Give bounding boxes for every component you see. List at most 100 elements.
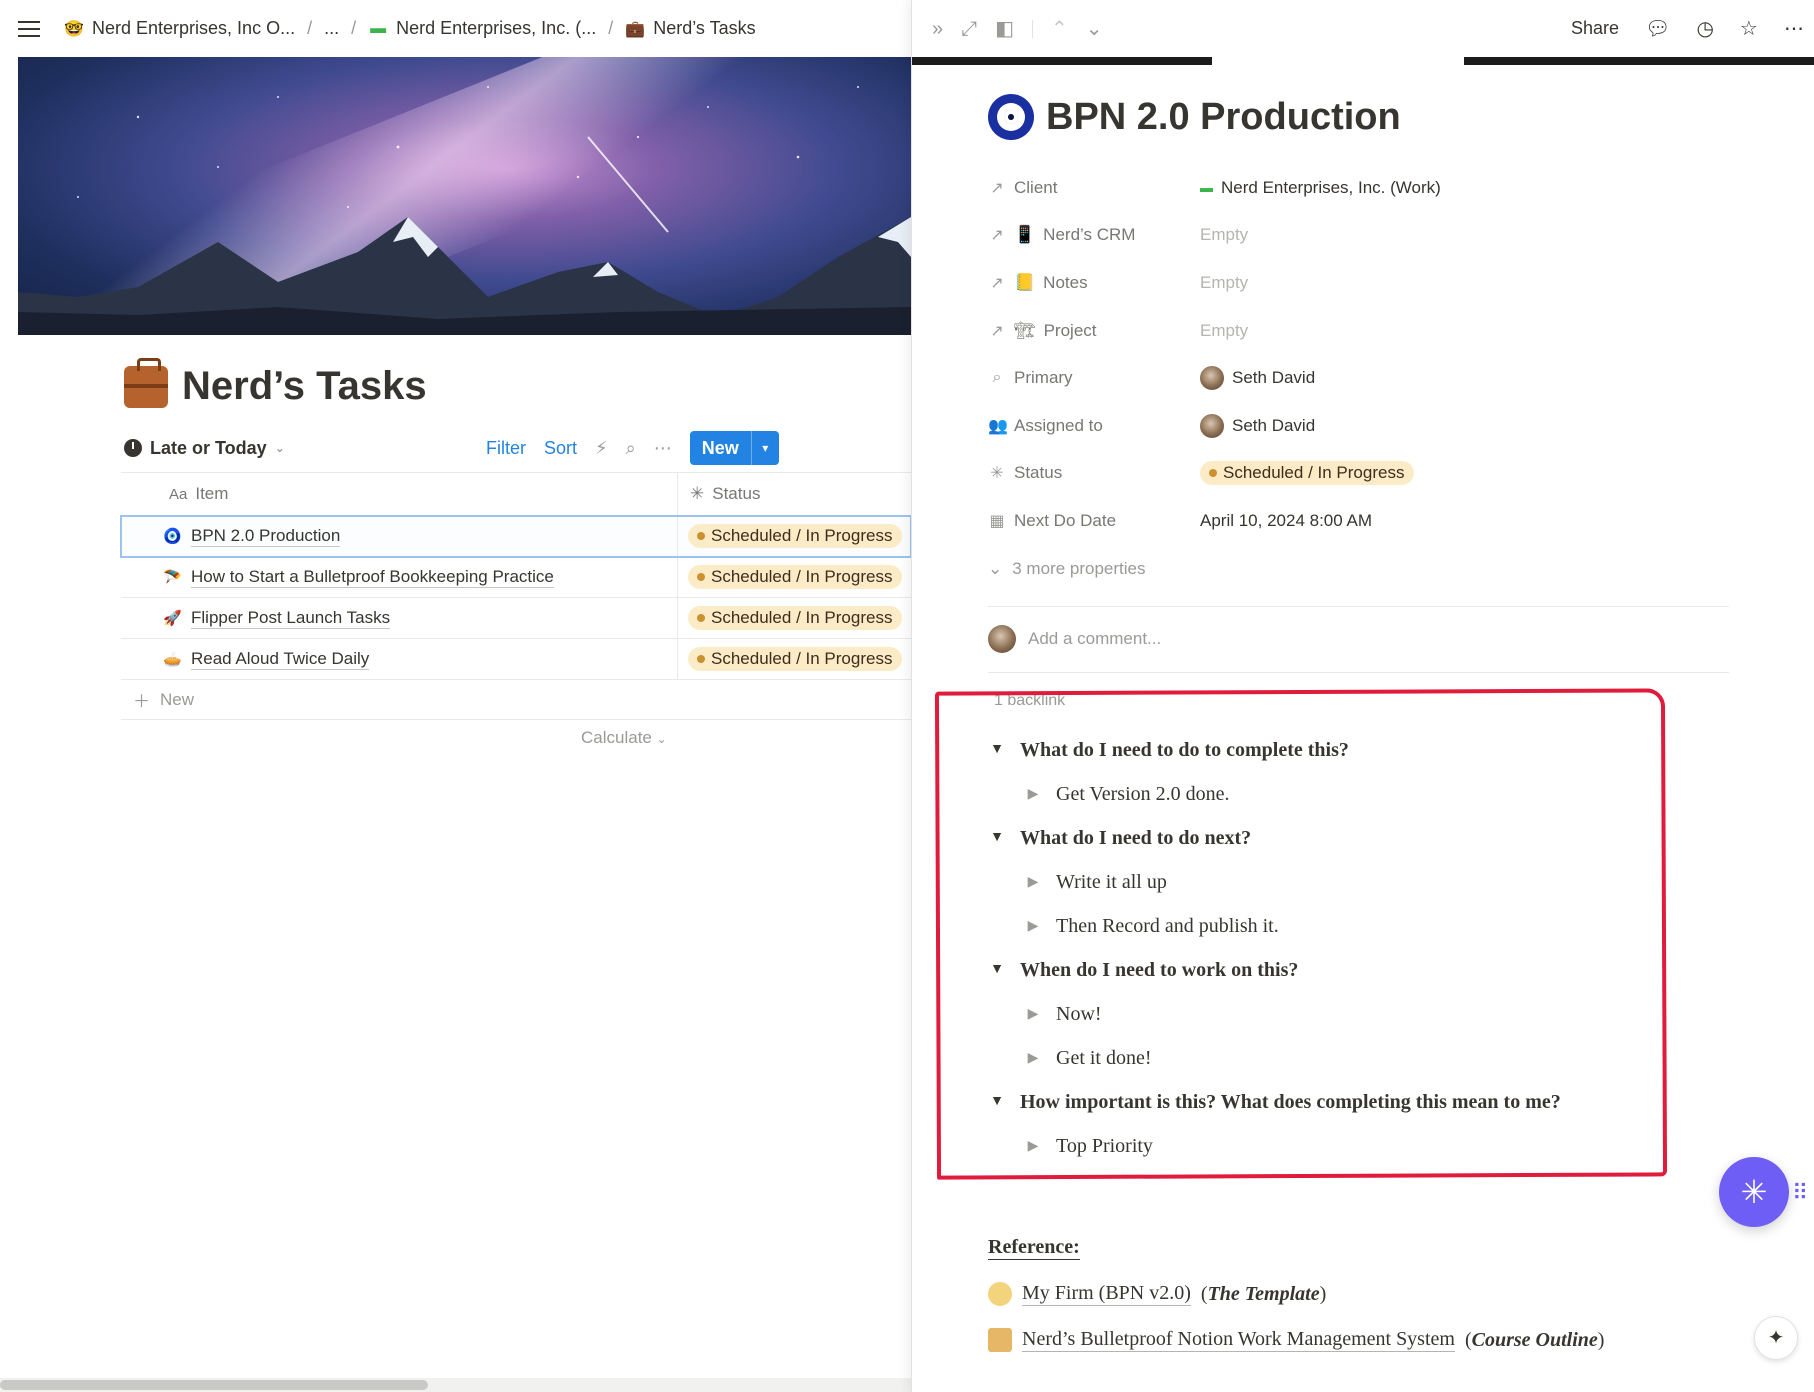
status-badge[interactable]: Scheduled / In Progress	[1200, 461, 1415, 486]
table-row[interactable]: 🚀 Flipper Post Launch Tasks Scheduled / I…	[121, 598, 911, 639]
database-toolbar: Late or Today ⌄ Filter Sort ⚡︎ ⌕ ⋯ New ▾	[124, 430, 911, 466]
more-properties-toggle[interactable]: ⌄ 3 more properties	[988, 545, 1748, 593]
toggle-closed-icon[interactable]: ▶	[1024, 918, 1042, 935]
lightning-icon[interactable]: ⚡︎	[595, 438, 608, 459]
evil-eye-icon[interactable]	[988, 94, 1034, 140]
toggle-closed-icon[interactable]: ▶	[1024, 874, 1042, 891]
toggle-item[interactable]: ▶ Get Version 2.0 done.	[988, 772, 1728, 816]
status-badge[interactable]: Scheduled / In Progress	[688, 565, 903, 589]
comment-icon[interactable]: 💬︎	[1645, 19, 1670, 39]
status-badge[interactable]: Scheduled / In Progress	[688, 647, 903, 671]
chevron-up-icon[interactable]: ⌃	[1051, 19, 1068, 39]
toggle-heading[interactable]: ▼ What do I need to do next?	[988, 816, 1728, 860]
reference-link[interactable]: My Firm (BPN v2.0) (The Template)	[988, 1282, 1326, 1306]
phone-icon: 📱	[1014, 225, 1036, 245]
toggle-open-icon[interactable]: ▼	[988, 962, 1006, 978]
toggle-item[interactable]: ▶ Get it done!	[988, 1036, 1728, 1080]
toggle-open-icon[interactable]: ▼	[988, 742, 1006, 758]
toggle-heading[interactable]: ▼ What do I need to do to complete this?	[988, 728, 1728, 772]
table-row[interactable]: 🪂 How to Start a Bulletproof Bookkeeping …	[121, 557, 911, 598]
add-new-row-button[interactable]: ＋ New	[121, 680, 911, 720]
reference-link[interactable]: Nerd’s Bulletproof Notion Work Managemen…	[988, 1328, 1604, 1352]
toggle-closed-icon[interactable]: ▶	[1024, 1050, 1042, 1067]
breadcrumb-item-client[interactable]: ▬ Nerd Enterprises, Inc. (...	[368, 18, 596, 39]
property-client[interactable]: ↗ Client ▬ Nerd Enterprises, Inc. (Work)	[988, 164, 1748, 212]
more-options-icon[interactable]: ⋯	[1784, 19, 1804, 39]
chevron-down-icon[interactable]: ▾	[750, 431, 779, 465]
table-row[interactable]: 🥧 Read Aloud Twice Daily Scheduled / In P…	[121, 639, 911, 680]
backlink-link[interactable]: 1 backlink	[994, 692, 1065, 710]
top-bar: 🤓 Nerd Enterprises, Inc O... / ... / ▬ N…	[0, 0, 911, 57]
chevron-down-icon[interactable]: ⌄	[1086, 19, 1103, 39]
toggle-heading[interactable]: ▼ When do I need to work on this?	[988, 948, 1728, 992]
chevron-down-icon: ⌄	[274, 441, 285, 455]
toggle-item[interactable]: ▶ Then Record and publish it.	[988, 904, 1728, 948]
side-peek-icon[interactable]: ◧	[995, 19, 1014, 39]
new-button[interactable]: New ▾	[689, 431, 779, 465]
green-logo-icon: ▬	[370, 19, 387, 37]
properties-list: ↗ Client ▬ Nerd Enterprises, Inc. (Work) ↗…	[988, 164, 1748, 592]
toggle-closed-icon[interactable]: ▶	[1024, 1006, 1042, 1023]
column-header-status[interactable]: ✳ Status	[678, 473, 911, 515]
breadcrumb-item-tasks[interactable]: 💼 Nerd’s Tasks	[625, 18, 755, 39]
sort-button[interactable]: Sort	[544, 438, 577, 459]
construction-icon: 🏗	[1014, 320, 1036, 340]
cover-strip	[1464, 57, 1814, 65]
row-title[interactable]: Flipper Post Launch Tasks	[191, 608, 391, 629]
drag-handle-icon[interactable]: ⠿	[1792, 1180, 1808, 1206]
relation-arrow-icon: ↗	[990, 322, 1004, 340]
chevron-down-icon: ⌄	[988, 558, 1003, 578]
property-status[interactable]: ✳ Status Scheduled / In Progress	[988, 450, 1748, 498]
divider	[988, 606, 1729, 607]
breadcrumb-item-workspace[interactable]: 🤓 Nerd Enterprises, Inc O...	[64, 18, 295, 39]
briefcase-icon[interactable]	[124, 357, 168, 408]
toggle-open-icon[interactable]: ▼	[988, 1094, 1006, 1110]
sidebar-menu-icon[interactable]	[18, 19, 44, 39]
property-project[interactable]: ↗ 🏗 Project Empty	[988, 307, 1748, 355]
view-tab-late-or-today[interactable]: Late or Today ⌄	[124, 438, 285, 459]
breadcrumb-separator: /	[351, 18, 357, 38]
breadcrumb-item-ellipsis[interactable]: ...	[324, 18, 339, 39]
close-peek-icon[interactable]: »	[932, 19, 943, 39]
calculate-button[interactable]: Calculate ⌄	[581, 728, 667, 748]
status-spinner-icon: ✳	[990, 465, 1004, 483]
property-primary[interactable]: ⌕ Primary Seth David	[988, 354, 1748, 402]
toggle-item[interactable]: ▶ Top Priority	[988, 1124, 1728, 1168]
horizontal-scrollbar[interactable]	[0, 1378, 911, 1392]
status-badge[interactable]: Scheduled / In Progress	[688, 606, 903, 630]
assistant-fab-button[interactable]: ✳	[1719, 1157, 1789, 1227]
side-peek-panel: » ⤢ ◧ ⌃ ⌄ Share 💬︎ ◷ ☆ ⋯ BPN 2.0 Product…	[911, 0, 1814, 1392]
share-button[interactable]: Share	[1571, 18, 1619, 39]
notebook-icon: 📒	[1014, 272, 1036, 292]
history-clock-icon[interactable]: ◷	[1696, 19, 1713, 39]
search-icon[interactable]: ⌕	[626, 438, 636, 459]
property-crm[interactable]: ↗ 📱 Nerd’s CRM Empty	[988, 212, 1748, 260]
toggle-item[interactable]: ▶ Write it all up	[988, 860, 1728, 904]
reference-heading: Reference:	[988, 1236, 1080, 1260]
toggle-heading[interactable]: ▼ How important is this? What does comple…	[988, 1080, 1728, 1124]
table-header: Aa Item ✳ Status	[121, 472, 911, 516]
search-icon: ⌕	[992, 369, 1002, 387]
expand-icon[interactable]: ⤢	[961, 19, 977, 39]
row-title[interactable]: Read Aloud Twice Daily	[191, 649, 370, 670]
comment-input[interactable]: Add a comment...	[988, 625, 1161, 653]
more-options-icon[interactable]: ⋯	[654, 438, 672, 459]
property-assigned-to[interactable]: 👥 Assigned to Seth David	[988, 402, 1748, 450]
property-notes[interactable]: ↗ 📒 Notes Empty	[988, 259, 1748, 307]
toggle-closed-icon[interactable]: ▶	[1024, 1138, 1042, 1155]
star-icon[interactable]: ☆	[1740, 19, 1758, 39]
toggle-open-icon[interactable]: ▼	[988, 830, 1006, 846]
page-link-icon	[988, 1328, 1012, 1352]
toggle-closed-icon[interactable]: ▶	[1024, 786, 1042, 803]
row-title[interactable]: How to Start a Bulletproof Bookkeeping P…	[191, 567, 554, 588]
cover-image	[18, 57, 911, 335]
table-row[interactable]: 🧿 BPN 2.0 Production Scheduled / In Progr…	[120, 515, 911, 558]
avatar	[1200, 413, 1224, 438]
filter-button[interactable]: Filter	[486, 438, 526, 459]
property-next-do-date[interactable]: ▦ Next Do Date April 10, 2024 8:00 AM	[988, 497, 1748, 545]
row-title[interactable]: BPN 2.0 Production	[191, 526, 341, 547]
ai-sparkle-button[interactable]: ✦	[1754, 1316, 1798, 1360]
status-badge[interactable]: Scheduled / In Progress	[688, 524, 903, 548]
toggle-item[interactable]: ▶ Now!	[988, 992, 1728, 1036]
column-header-item[interactable]: Aa Item	[121, 473, 678, 515]
